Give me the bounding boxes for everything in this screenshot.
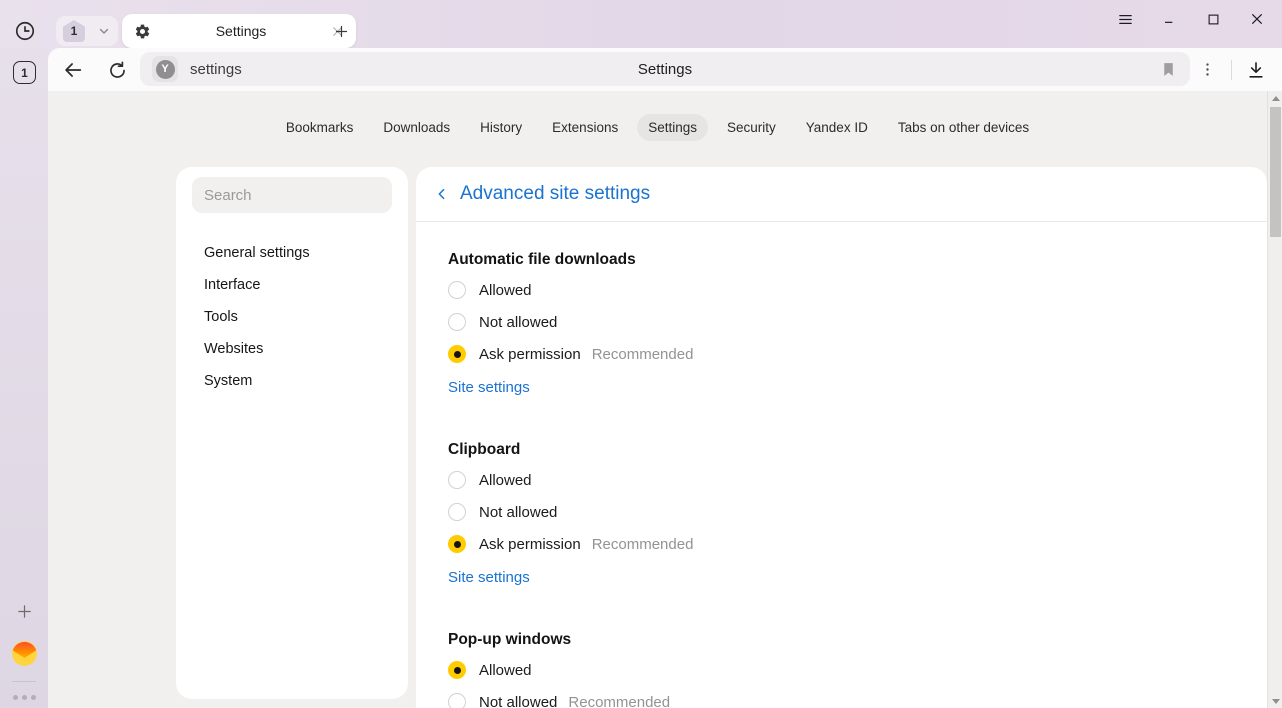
page-scrollbar[interactable] [1267,91,1282,708]
history-clock-button[interactable] [13,19,37,43]
maximize-icon [1206,12,1221,27]
nav-tab-security[interactable]: Security [716,114,787,141]
section-title: Automatic file downloads [448,251,1235,269]
clock-icon [14,20,36,42]
yandex-mail-button[interactable] [9,638,39,668]
toolbar-right [1181,48,1282,91]
search-input[interactable] [192,177,392,213]
plus-icon [334,24,349,39]
tab-title: Settings [151,23,331,39]
sidebar-item-websites[interactable]: Websites [192,333,392,365]
nav-tab-settings[interactable]: Settings [637,114,708,141]
minimize-button[interactable] [1154,5,1184,33]
sidebar-item-tools[interactable]: Tools [192,301,392,333]
site-settings-link[interactable]: Site settings [448,379,530,396]
scroll-up-arrow[interactable] [1268,91,1282,105]
browser-tab-settings[interactable]: Settings [122,14,356,48]
radio-option-ask-permission[interactable]: Ask permission Recommended [448,338,1235,370]
section-title: Pop-up windows [448,631,1235,649]
sidebar-item-interface[interactable]: Interface [192,269,392,301]
back-button[interactable] [60,57,86,83]
side-rail: 1 [0,48,48,708]
sidebar-item-system[interactable]: System [192,365,392,397]
chevron-down-icon [97,24,111,38]
rail-add-button[interactable] [10,597,38,625]
new-tab-button[interactable] [327,17,355,45]
hamburger-icon [1117,11,1134,28]
nav-tab-extensions[interactable]: Extensions [541,114,629,141]
address-bar[interactable]: Y settings Settings [140,52,1190,86]
radio-icon[interactable] [448,661,466,679]
reload-icon [107,60,128,81]
scroll-down-arrow[interactable] [1268,694,1282,708]
more-options-button[interactable] [1193,56,1221,84]
tab-counter-button[interactable]: 1 [56,16,118,46]
close-window-button[interactable] [1242,5,1272,33]
maximize-button[interactable] [1198,5,1228,33]
bookmark-button[interactable] [1156,57,1180,81]
radio-option-allowed[interactable]: Allowed [448,654,1235,686]
radio-option-not-allowed[interactable]: Not allowed Recommended [448,686,1235,708]
rail-divider [12,681,36,682]
radio-icon[interactable] [448,693,466,708]
browser-window: 1 Settings [0,0,1282,708]
settings-page: Bookmarks Downloads History Extensions S… [48,91,1267,708]
site-favicon: Y [152,56,178,82]
section-clipboard: Clipboard Allowed Not allowed [448,441,1235,587]
yandex-mail-icon [11,640,38,667]
settings-sections: Automatic file downloads Allowed Not all… [416,251,1267,708]
radio-icon[interactable] [448,345,466,363]
site-settings-link[interactable]: Site settings [448,569,530,586]
sidebar-item-general-settings[interactable]: General settings [192,237,392,269]
section-title: Clipboard [448,441,1235,459]
section-popup-windows: Pop-up windows Allowed Not allowed Recom… [448,631,1235,708]
rail-more-button[interactable] [13,695,36,700]
nav-tab-other-devices[interactable]: Tabs on other devices [887,114,1040,141]
scrollbar-thumb[interactable] [1270,107,1281,237]
reload-button[interactable] [104,57,130,83]
radio-option-not-allowed[interactable]: Not allowed [448,496,1235,528]
toolbar-separator [1231,60,1232,80]
nav-tab-yandex-id[interactable]: Yandex ID [795,114,879,141]
radio-icon[interactable] [448,535,466,553]
radio-icon[interactable] [448,503,466,521]
radio-option-not-allowed[interactable]: Not allowed [448,306,1235,338]
menu-button[interactable] [1110,5,1140,33]
kebab-menu-icon [1199,61,1216,78]
radio-option-allowed[interactable]: Allowed [448,274,1235,306]
rail-tab-badge[interactable]: 1 [13,61,36,84]
toolbar: Y settings Settings [48,48,1282,91]
titlebar: 1 Settings [0,0,1282,48]
yandex-favicon-icon: Y [156,60,175,79]
nav-tab-bookmarks[interactable]: Bookmarks [275,114,365,141]
back-arrow-icon [62,59,84,81]
page-title: Advanced site settings [460,183,650,205]
url-text: settings [190,61,242,78]
radio-option-ask-permission[interactable]: Ask permission Recommended [448,528,1235,560]
nav-tabs: Bookmarks Downloads History Extensions S… [48,114,1267,141]
advanced-site-settings-panel: Advanced site settings Automatic file do… [416,167,1267,708]
back-to-websites-header[interactable]: Advanced site settings [416,167,1267,222]
radio-icon[interactable] [448,313,466,331]
radio-icon[interactable] [448,471,466,489]
gear-icon [134,23,151,40]
settings-category-list: General settings Interface Tools Website… [192,237,392,397]
downloads-button[interactable] [1242,56,1270,84]
plus-icon [16,603,33,620]
tab-count-badge: 1 [63,20,85,42]
section-automatic-file-downloads: Automatic file downloads Allowed Not all… [448,251,1235,397]
address-page-title: Settings [140,61,1190,78]
bookmark-icon [1160,61,1177,78]
rail-bottom [0,597,48,700]
close-icon [1249,11,1265,27]
minimize-icon [1161,11,1177,27]
download-icon [1246,60,1266,80]
chevron-left-icon [434,186,450,202]
window-controls [1110,5,1272,33]
settings-sidebar: General settings Interface Tools Website… [176,167,408,699]
nav-tab-history[interactable]: History [469,114,533,141]
radio-icon[interactable] [448,281,466,299]
nav-tab-downloads[interactable]: Downloads [372,114,461,141]
radio-option-allowed[interactable]: Allowed [448,464,1235,496]
